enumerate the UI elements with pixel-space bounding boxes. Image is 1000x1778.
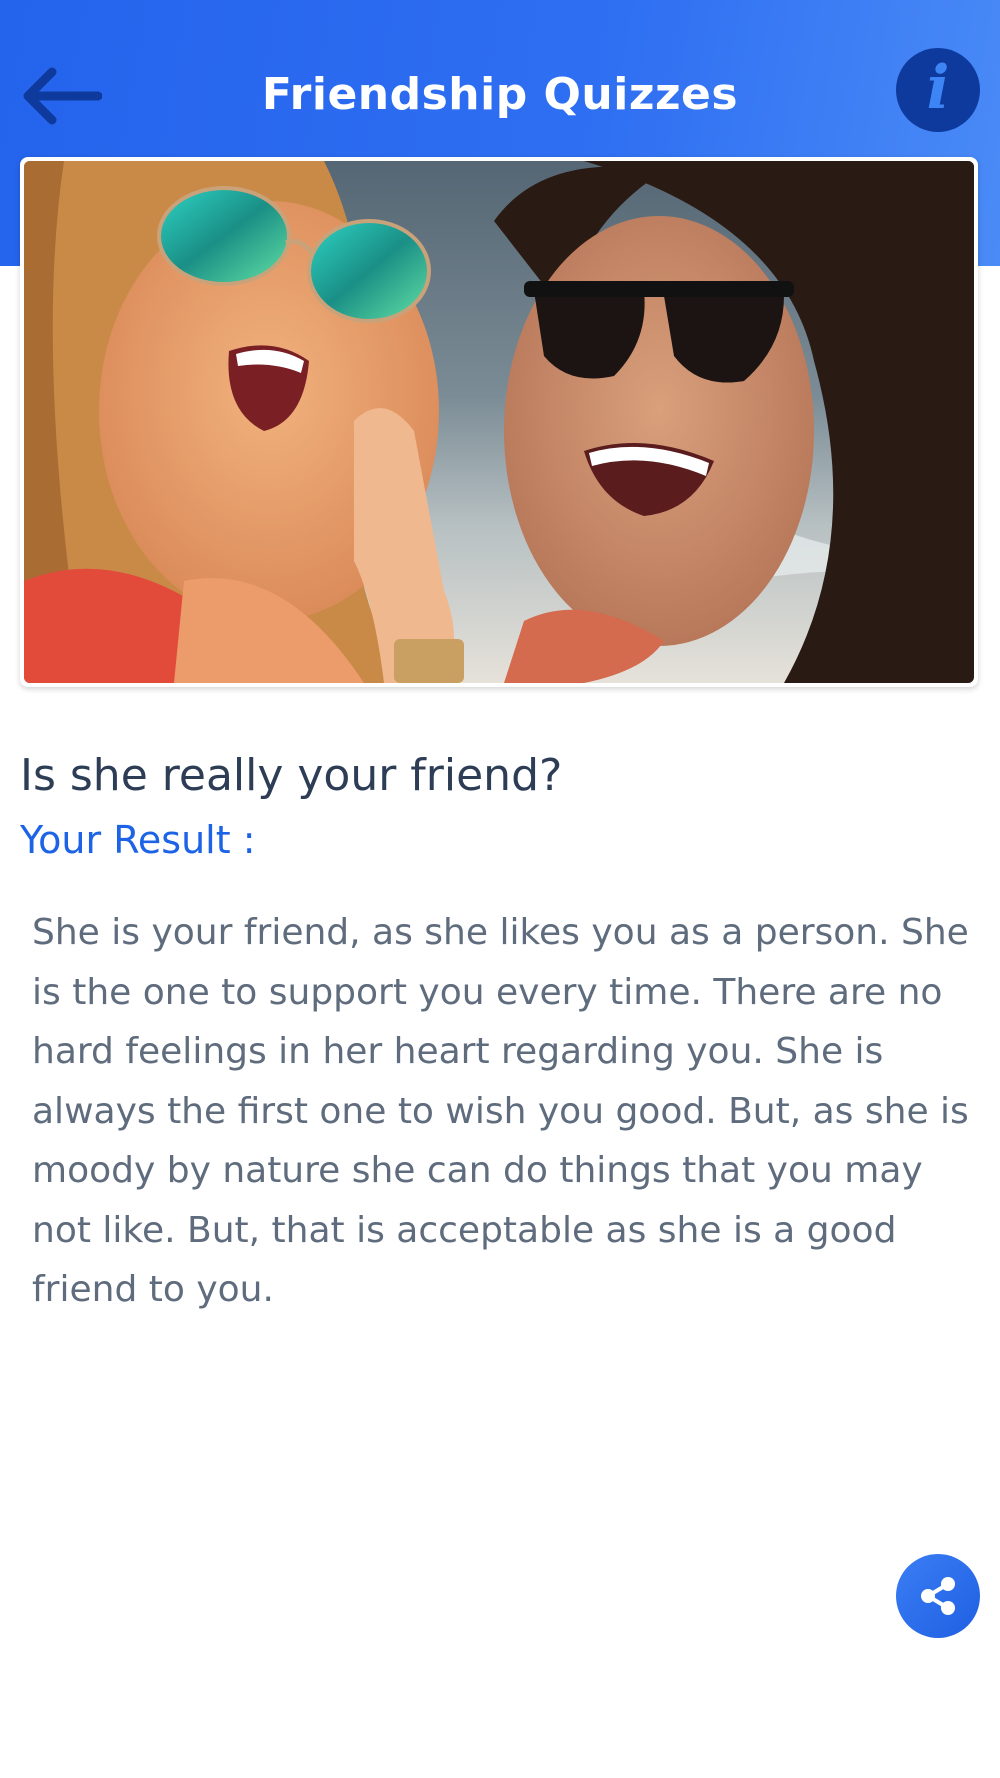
info-icon: i xyxy=(926,53,950,123)
quiz-image-card xyxy=(20,157,978,687)
arrow-left-icon xyxy=(23,67,102,125)
quiz-title: Is she really your friend? xyxy=(20,750,563,802)
share-icon xyxy=(921,1577,955,1615)
back-button[interactable] xyxy=(14,56,106,136)
result-text: She is your friend, as she likes you as … xyxy=(32,912,969,1310)
friends-photo-illustration xyxy=(24,161,974,683)
info-button[interactable]: i xyxy=(896,48,980,132)
result-label: Your Result : xyxy=(20,818,256,862)
quiz-photo xyxy=(24,161,974,683)
page-title: Friendship Quizzes xyxy=(261,69,739,120)
share-button[interactable] xyxy=(896,1554,980,1638)
